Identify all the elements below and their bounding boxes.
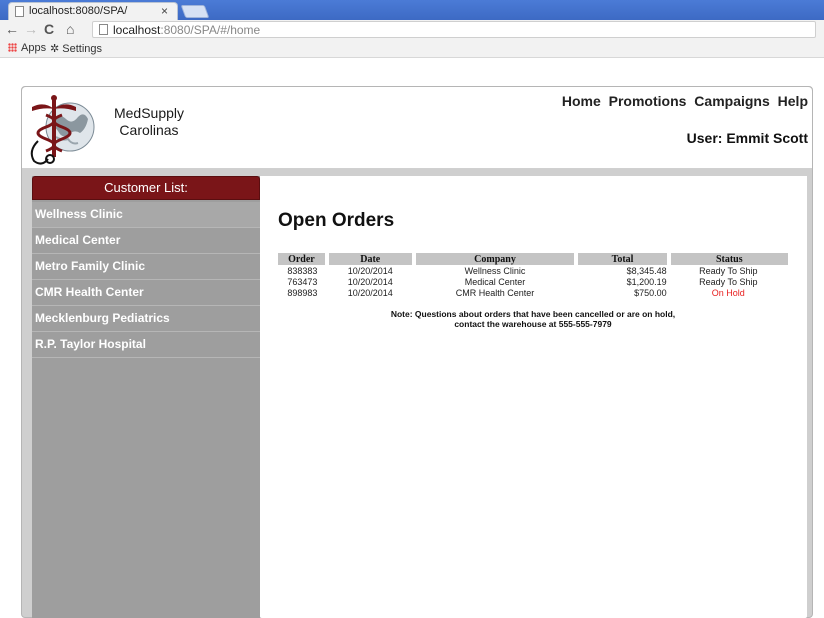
table-row[interactable]: 838383 10/20/2014 Wellness Clinic $8,345… xyxy=(278,265,788,276)
url-path: :8080/SPA/#/home xyxy=(160,23,261,37)
order-status: On Hold xyxy=(711,287,745,298)
tab-title: localhost:8080/SPA/ xyxy=(29,5,128,17)
address-url: localhost:8080/SPA/#/home xyxy=(113,23,260,37)
customer-item[interactable]: R.P. Taylor Hospital xyxy=(32,332,260,358)
reload-icon[interactable]: C xyxy=(44,21,54,37)
forward-arrow-icon[interactable]: → xyxy=(24,21,38,37)
nav-promotions[interactable]: Promotions xyxy=(609,93,687,109)
close-tab-icon[interactable]: × xyxy=(161,4,168,18)
column-header-date[interactable]: Date xyxy=(326,253,416,265)
app-frame: MedSupply Carolinas Home Promotions Camp… xyxy=(21,86,813,618)
order-status: Ready To Ship xyxy=(699,276,758,287)
order-total: $8,345.48 xyxy=(626,265,667,276)
bookmark-apps[interactable]: Apps xyxy=(8,42,46,54)
column-header-status[interactable]: Status xyxy=(668,253,788,265)
bookmarks-bar: Apps ✲ Settings xyxy=(0,40,824,58)
order-number: 838383 xyxy=(287,265,318,276)
customer-item[interactable]: Wellness Clinic xyxy=(32,202,260,228)
order-status: Ready To Ship xyxy=(699,265,758,276)
orders-table: Order Date Company Total Status 838383 1… xyxy=(278,253,788,298)
column-header-company[interactable]: Company xyxy=(413,253,579,265)
order-total: $750.00 xyxy=(634,287,667,298)
nav-help[interactable]: Help xyxy=(778,93,808,109)
orders-note: Note: Questions about orders that have b… xyxy=(278,309,788,329)
customer-item[interactable]: Mecklenburg Pediatrics xyxy=(32,306,260,332)
table-row[interactable]: 763473 10/20/2014 Medical Center $1,200.… xyxy=(278,276,788,287)
nav-campaigns[interactable]: Campaigns xyxy=(694,93,769,109)
order-number: 898983 xyxy=(287,287,318,298)
order-company: Medical Center xyxy=(464,276,526,287)
customer-list: Wellness Clinic Medical Center Metro Fam… xyxy=(32,202,260,358)
brand-line-2: Carolinas xyxy=(119,122,179,138)
order-date: 10/20/2014 xyxy=(347,265,393,276)
page-icon xyxy=(15,6,24,17)
bookmark-label: Apps xyxy=(21,42,47,54)
page-icon xyxy=(99,24,108,35)
app-header: MedSupply Carolinas Home Promotions Camp… xyxy=(22,87,812,169)
order-date: 10/20/2014 xyxy=(347,276,393,287)
url-host: localhost xyxy=(113,23,161,37)
brand-line-1: MedSupply xyxy=(113,105,185,121)
browser-tabstrip: localhost:8080/SPA/ × xyxy=(0,0,824,20)
page-viewport: MedSupply Carolinas Home Promotions Camp… xyxy=(0,59,824,618)
customer-item[interactable]: Metro Family Clinic xyxy=(32,254,260,280)
browser-toolbar: ← → C ⌂ localhost:8080/SPA/#/home xyxy=(0,20,824,40)
brand-name: MedSupply Carolinas xyxy=(94,105,204,139)
column-header-order[interactable]: Order xyxy=(278,253,329,265)
order-company: CMR Health Center xyxy=(455,287,535,298)
note-line-1: Note: Questions about orders that have b… xyxy=(390,309,676,319)
table-row[interactable]: 898983 10/20/2014 CMR Health Center $750… xyxy=(278,287,788,298)
bookmark-label: Settings xyxy=(62,43,103,55)
order-total: $1,200.19 xyxy=(626,276,667,287)
customer-item[interactable]: Medical Center xyxy=(32,228,260,254)
home-icon[interactable]: ⌂ xyxy=(66,21,74,37)
main-content: Open Orders Order Date Company Total Sta… xyxy=(260,176,807,618)
address-bar[interactable]: localhost:8080/SPA/#/home xyxy=(92,21,816,38)
current-user: User: Emmit Scott xyxy=(686,130,808,146)
customer-sidebar: Customer List: Wellness Clinic Medical C… xyxy=(32,176,260,618)
new-tab-button[interactable] xyxy=(180,5,210,18)
order-company: Wellness Clinic xyxy=(464,265,526,276)
nav-home[interactable]: Home xyxy=(562,93,601,109)
top-navigation: Home Promotions Campaigns Help xyxy=(558,93,808,109)
page-title: Open Orders xyxy=(278,210,395,231)
note-line-2: contact the warehouse at 555-555-7979 xyxy=(454,319,612,329)
bookmark-settings[interactable]: ✲ Settings xyxy=(50,42,102,55)
table-header-row: Order Date Company Total Status xyxy=(278,253,788,265)
apps-grid-icon xyxy=(8,43,17,52)
customer-list-title: Customer List: xyxy=(32,176,260,200)
back-arrow-icon[interactable]: ← xyxy=(5,21,19,37)
order-number: 763473 xyxy=(287,276,318,287)
order-date: 10/20/2014 xyxy=(347,287,393,298)
gear-icon: ✲ xyxy=(50,43,63,55)
browser-tab[interactable]: localhost:8080/SPA/ × xyxy=(8,2,178,20)
customer-item[interactable]: CMR Health Center xyxy=(32,280,260,306)
column-header-total[interactable]: Total xyxy=(576,253,671,265)
